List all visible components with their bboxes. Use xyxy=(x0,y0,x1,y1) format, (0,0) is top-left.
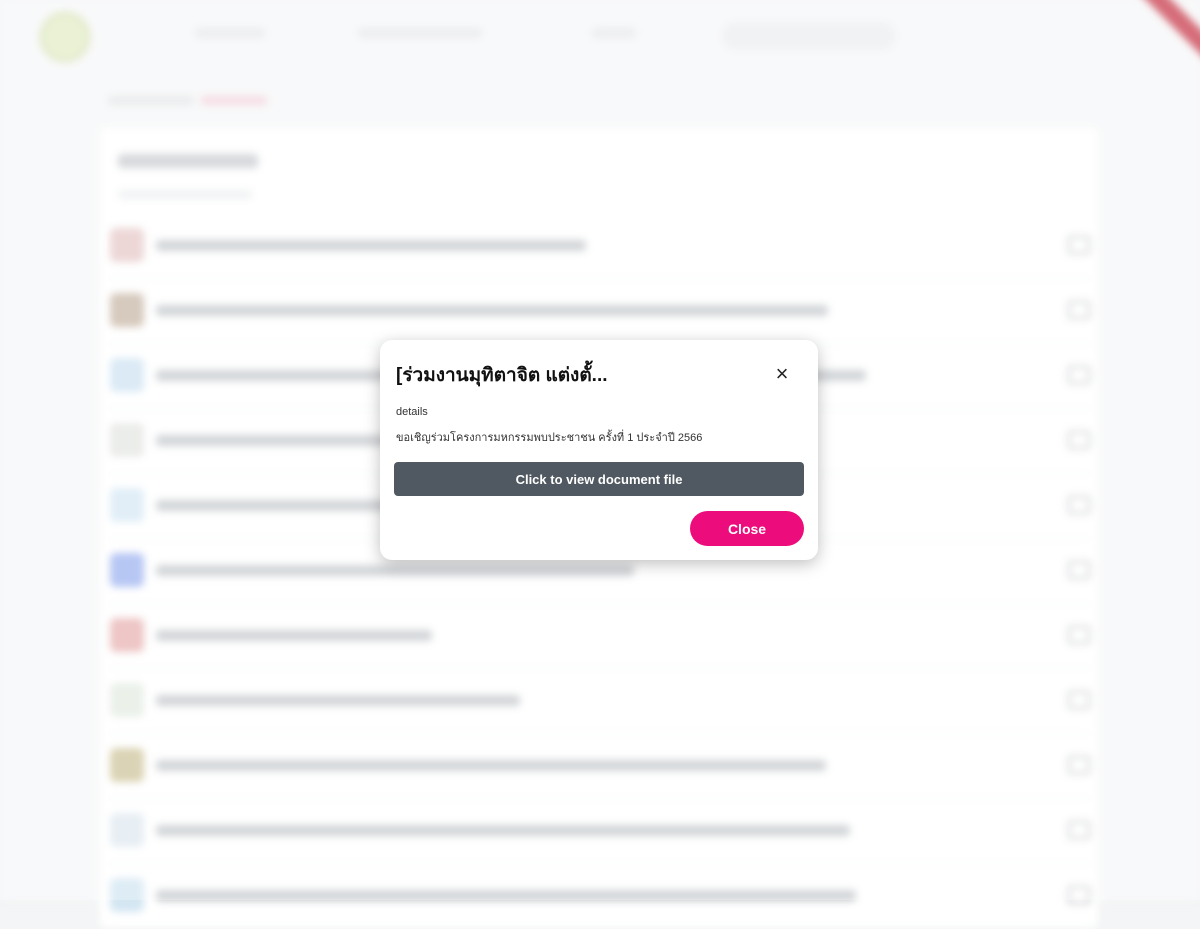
details-label: details xyxy=(396,406,428,418)
view-document-button[interactable]: Click to view document file xyxy=(394,462,804,496)
close-button[interactable]: Close xyxy=(690,511,804,546)
document-modal: [ร่วมงานมุทิตาจิต แต่งตั้... × details ข… xyxy=(380,340,818,560)
modal-title: [ร่วมงานมุทิตาจิต แต่งตั้... xyxy=(396,365,608,386)
close-icon[interactable]: × xyxy=(770,362,794,386)
details-text: ขอเชิญร่วมโครงการมหกรรมพบประชาชน ครั้งที… xyxy=(396,432,703,444)
